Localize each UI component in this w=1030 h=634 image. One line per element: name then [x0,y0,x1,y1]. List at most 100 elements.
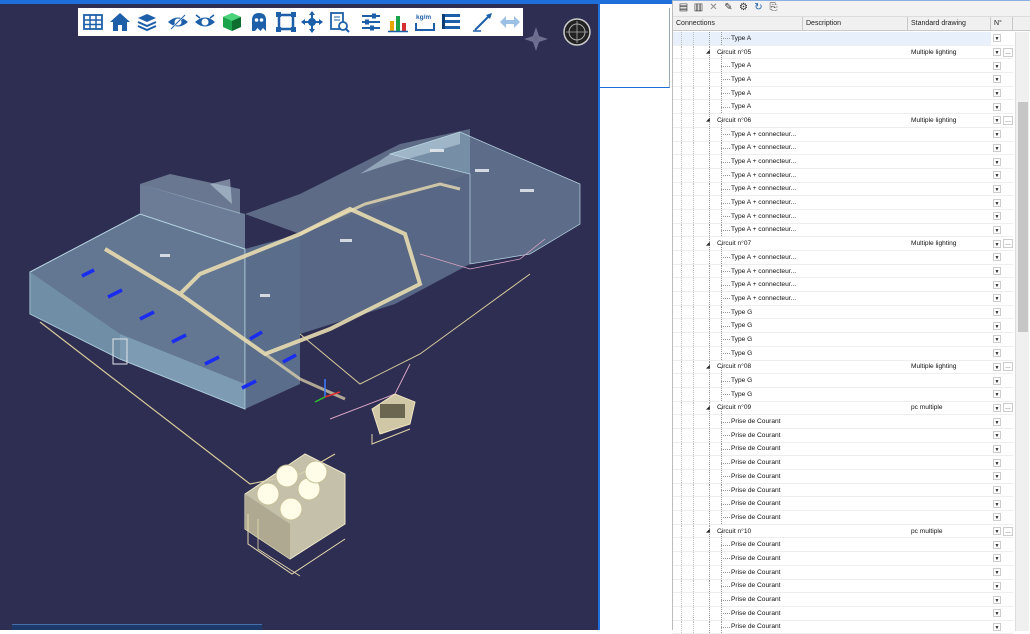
connection-row[interactable]: Prise de Courant ▼ [673,552,1013,566]
standard-drawing-cell[interactable]: pc multiple [908,525,991,538]
standard-drawing-cell[interactable] [908,566,991,579]
dropdown-arrow-icon[interactable]: ▼ [993,294,1001,303]
description-cell[interactable] [803,210,908,223]
standard-drawing-cell[interactable] [908,443,991,456]
dropdown-arrow-icon[interactable]: ▼ [993,61,1001,70]
description-cell[interactable] [803,100,908,113]
connection-cell[interactable]: ◢ Circuit n°09 [673,401,803,415]
dropdown-arrow-icon[interactable]: ▼ [993,444,1001,453]
description-cell[interactable] [803,525,908,538]
navigation-compass-icon[interactable] [523,26,549,52]
kg-m-icon[interactable]: kg/m [412,10,438,34]
connection-cell[interactable]: Prise de Courant [673,593,803,606]
dropdown-arrow-icon[interactable]: ▼ [993,198,1001,207]
column-header-description[interactable]: Description [803,17,908,30]
description-cell[interactable] [803,347,908,360]
standard-drawing-cell[interactable] [908,621,991,634]
description-cell[interactable] [803,59,908,72]
dropdown-arrow-icon[interactable]: ▼ [993,499,1001,508]
circuit-row[interactable]: ◢ Circuit n°07 Multiple lighting ▼… [673,237,1013,251]
description-cell[interactable] [803,580,908,593]
connection-cell[interactable]: Type A + connecteur... [673,223,803,237]
more-options-button[interactable]: … [1003,526,1013,536]
export-icon[interactable]: ⎘ [767,2,780,15]
more-options-button[interactable]: … [1003,403,1013,413]
sliders-icon[interactable] [358,10,384,34]
description-cell[interactable] [803,429,908,442]
expand-toggle-icon[interactable]: ◢ [706,241,710,247]
connection-row[interactable]: Type G ▼ [673,387,1013,402]
dropdown-arrow-icon[interactable]: ▼ [993,540,1001,549]
ghost-icon[interactable] [246,10,272,34]
description-cell[interactable] [803,155,908,168]
eye-show-icon[interactable] [192,10,218,34]
connection-cell[interactable]: Type A + connecteur... [673,209,803,223]
dropdown-arrow-icon[interactable]: ▼ [993,280,1001,289]
connection-row[interactable]: Type A + connecteur... ▼ [673,278,1013,293]
connection-row[interactable]: Type G ▼ [673,319,1013,334]
standard-drawing-cell[interactable] [908,511,991,524]
connection-row[interactable]: Prise de Courant ▼ [673,538,1013,553]
description-cell[interactable] [803,566,908,579]
connection-row[interactable]: Type A ▼ [673,100,1013,115]
description-cell[interactable] [803,265,908,278]
connection-cell[interactable]: ◢ Circuit n°06 [673,114,803,127]
dropdown-arrow-icon[interactable]: ▼ [993,308,1001,317]
dropdown-arrow-icon[interactable]: ▼ [993,143,1001,152]
connection-row[interactable]: Type A ▼ [673,73,1013,87]
connection-row[interactable]: Prise de Courant ▼ [673,456,1013,470]
dropdown-arrow-icon[interactable]: ▼ [993,267,1001,276]
dropdown-arrow-icon[interactable]: ▼ [993,458,1001,467]
dropdown-arrow-icon[interactable]: ▼ [993,89,1001,98]
standard-drawing-cell[interactable] [908,169,991,182]
dropdown-arrow-icon[interactable]: ▼ [993,595,1001,604]
connection-cell[interactable]: Prise de Courant [673,442,803,456]
connection-cell[interactable]: ◢ Circuit n°10 [673,524,803,538]
standard-drawing-cell[interactable] [908,538,991,551]
dropdown-arrow-icon[interactable]: ▼ [993,554,1001,563]
connection-cell[interactable]: Type A + connecteur... [673,127,803,141]
3d-viewport[interactable]: kg/m [0,0,600,630]
dropdown-arrow-icon[interactable]: ▼ [993,376,1001,385]
connection-cell[interactable]: Type A + connecteur... [673,278,803,292]
standard-drawing-cell[interactable] [908,429,991,442]
standard-drawing-cell[interactable] [908,100,991,113]
column-header-connections[interactable]: Connections [673,17,803,30]
standard-drawing-cell[interactable] [908,552,991,565]
description-cell[interactable] [803,128,908,141]
dropdown-arrow-icon[interactable]: ▼ [993,472,1001,481]
dropdown-arrow-icon[interactable]: ▼ [993,486,1001,495]
description-cell[interactable] [803,306,908,319]
panel-list-icon[interactable]: ▥ [692,2,705,15]
standard-drawing-cell[interactable] [908,415,991,428]
dropdown-arrow-icon[interactable]: ▼ [993,48,1001,57]
dropdown-arrow-icon[interactable]: ▼ [993,417,1001,426]
connection-row[interactable]: Type A + connecteur... ▼ [673,141,1013,156]
description-cell[interactable] [803,470,908,483]
connection-cell[interactable]: Type G [673,319,803,333]
description-cell[interactable] [803,552,908,565]
connection-cell[interactable]: Type A [673,59,803,73]
description-cell[interactable] [803,46,908,59]
circuit-row[interactable]: ◢ Circuit n°05 Multiple lighting ▼… [673,45,1013,60]
connection-row[interactable]: Type A + connecteur... ▼ [673,155,1013,169]
list-icon[interactable] [439,10,465,34]
connection-cell[interactable]: ◢ Circuit n°08 [673,360,803,374]
dropdown-arrow-icon[interactable]: ▼ [993,184,1001,193]
standard-drawing-cell[interactable] [908,484,991,497]
connection-cell[interactable]: ◢ Circuit n°05 [673,45,803,59]
column-header-n[interactable]: N° [991,17,1013,30]
dropdown-arrow-icon[interactable]: ▼ [993,130,1001,139]
connection-row[interactable]: Prise de Courant ▼ [673,497,1013,512]
circuit-row[interactable]: ◢ Circuit n°10 pc multiple ▼… [673,524,1013,539]
refresh-icon[interactable]: ↻ [752,2,765,15]
connection-cell[interactable]: Prise de Courant [673,428,803,442]
description-cell[interactable] [803,224,908,237]
description-cell[interactable] [803,538,908,551]
description-cell[interactable] [803,415,908,428]
description-cell[interactable] [803,292,908,305]
standard-drawing-cell[interactable] [908,155,991,168]
connection-cell[interactable]: Type G [673,333,803,346]
connection-row[interactable]: Type A + connecteur... ▼ [673,251,1013,265]
description-cell[interactable] [803,169,908,182]
